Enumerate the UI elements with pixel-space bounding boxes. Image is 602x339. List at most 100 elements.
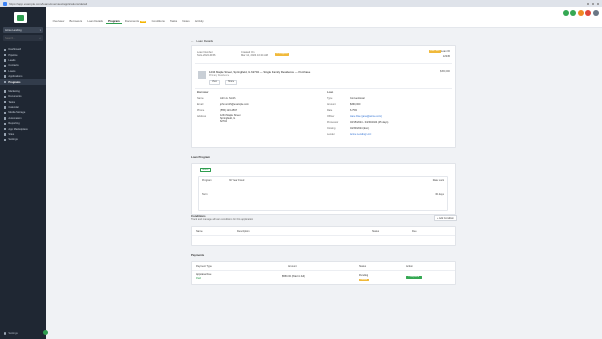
detail-value: 6.75% xyxy=(350,109,358,112)
program-label: Program xyxy=(202,179,212,182)
favicon-icon xyxy=(3,1,7,6)
chat-icon[interactable] xyxy=(570,10,577,16)
detail-value[interactable]: Jane Doe (jane@acme.com) xyxy=(350,115,382,118)
term-label: Term xyxy=(202,193,208,196)
detail-value: 1234 Maple Street Springfield, IL 62704 xyxy=(220,114,240,124)
tab-label: Tasks xyxy=(169,19,178,23)
divider xyxy=(195,63,452,64)
tab-overview[interactable]: Overview xyxy=(50,19,67,24)
payment-status-badge: Review xyxy=(359,279,369,282)
breadcrumb[interactable]: ← Loan Details xyxy=(191,39,213,43)
detail-key: Lender xyxy=(327,133,335,136)
sidebar-item-settings[interactable]: Settings xyxy=(0,137,46,142)
tab-conditions[interactable]: Conditions xyxy=(149,19,167,24)
loan-number-block: Loan Number SLG-2024-0156 xyxy=(197,51,215,58)
conditions-table: Name Description Status Due xyxy=(191,226,456,246)
store-icon xyxy=(4,127,7,131)
tab-label: Documents xyxy=(124,19,139,23)
payment-action-button[interactable]: Completed xyxy=(406,276,422,279)
property-price: $450,000 xyxy=(440,70,450,73)
org-selector[interactable]: Acme Lending ▾ xyxy=(3,27,43,33)
loan-id-label: Loan ID xyxy=(440,50,450,53)
sidebar-footer[interactable]: Settings xyxy=(4,332,18,335)
sidebar-item-label: Applications xyxy=(8,75,23,79)
sidebar-item-label: Automation xyxy=(8,116,22,120)
divider xyxy=(192,235,455,236)
tab-loan-details[interactable]: Loan Details xyxy=(85,19,106,24)
tab-program[interactable]: Program xyxy=(105,19,123,24)
tab-label: Notes xyxy=(182,19,190,23)
check-icon xyxy=(4,101,7,104)
term-value: 30 days xyxy=(435,193,444,196)
detail-value: john.smith@example.com xyxy=(220,103,249,106)
grid-icon xyxy=(4,48,7,51)
search-input[interactable] xyxy=(5,36,35,40)
sidebar-search[interactable]: ⌕ xyxy=(3,35,43,41)
sidebar: Acme Lending ▾ ⌕ DashboardPipelineLeads C… xyxy=(0,7,48,339)
payment-status: Pending xyxy=(359,274,369,277)
divider xyxy=(192,270,455,271)
back-arrow-icon[interactable]: ← xyxy=(191,39,194,43)
column-header: Description xyxy=(237,230,250,233)
bolt-icon xyxy=(4,117,7,120)
column-header: Status xyxy=(359,265,367,268)
tab-tasks[interactable]: Tasks xyxy=(167,19,179,24)
tab-documents[interactable]: Documents New xyxy=(122,19,149,24)
column-header: Action xyxy=(406,265,413,268)
file-icon xyxy=(4,75,7,78)
top-actions xyxy=(562,10,599,16)
settings-icon xyxy=(4,332,7,335)
sidebar-item-label: Settings xyxy=(8,138,18,142)
edit-loan-button[interactable]: Edit Loan xyxy=(428,50,441,53)
detail-value-line: 62704 xyxy=(220,120,227,124)
conditions-subtitle: Track and manage all loan conditions for… xyxy=(191,218,254,221)
tab-label: Activity xyxy=(194,19,204,23)
chevron-down-icon: ▾ xyxy=(39,28,41,32)
org-name: Acme Lending xyxy=(5,28,22,32)
program-value: 30 Year Fixed xyxy=(229,179,245,182)
tab-label: Overview xyxy=(52,19,65,23)
search-icon: ⌕ xyxy=(39,36,41,40)
calendar-icon xyxy=(4,106,7,109)
chart-icon xyxy=(4,122,7,125)
detail-value: Conventional xyxy=(350,97,365,100)
tab-borrowers[interactable]: Borrowers xyxy=(67,19,85,24)
browser-menu-icon[interactable] xyxy=(587,2,599,5)
sidebar-footer-label: Settings xyxy=(8,332,18,335)
globe-icon xyxy=(4,133,7,136)
user-avatar-icon[interactable] xyxy=(593,10,599,16)
divider xyxy=(195,88,452,89)
tab-notes[interactable]: Notes xyxy=(180,19,193,24)
tab-label: Loan Details xyxy=(87,19,103,23)
tab-activity[interactable]: Activity xyxy=(192,19,206,24)
sidebar-item-label: Contacts xyxy=(8,64,19,68)
phone-icon[interactable] xyxy=(562,10,569,16)
user-icon xyxy=(4,59,7,62)
sidebar-item-label: Loans xyxy=(8,69,16,73)
detail-row: Lender Acme Lending LLC xyxy=(327,132,452,138)
tab-bar: Overview Borrowers Loan Details Program Docu… xyxy=(50,19,206,24)
contact-icon xyxy=(4,64,7,68)
add-condition-button[interactable]: + Add Condition xyxy=(434,215,457,222)
money-icon xyxy=(4,70,7,73)
sidebar-item-label: Dashboard xyxy=(8,48,22,52)
gear-icon xyxy=(4,138,7,142)
share-button[interactable]: Share xyxy=(225,80,238,85)
program-panel: Program 30 Year Fixed Rate Lock Term 30 … xyxy=(198,176,448,211)
url-bar[interactable]: https://app.example.com/loans/overview/a… xyxy=(9,2,179,6)
payment-amount: $550.00 (Paid in full) xyxy=(282,275,305,278)
notification-icon[interactable] xyxy=(577,10,584,16)
detail-key: Address xyxy=(197,115,207,118)
tab-badge: New xyxy=(139,21,147,23)
created-value: Mar 12, 2024 10:24 AM xyxy=(241,54,268,58)
alert-icon[interactable] xyxy=(585,10,592,16)
sidebar-nav: Dashboard Pipeline Leads Contacts Loans Appli… xyxy=(0,47,46,143)
detail-value[interactable]: Acme Lending LLC xyxy=(350,133,371,136)
funnel-icon xyxy=(4,53,7,57)
program-card-title: Loan Program xyxy=(191,155,210,159)
main-content: ← Loan Details Loan Number SLG-2024-0156… xyxy=(46,28,602,339)
folder-icon xyxy=(4,80,7,84)
view-button[interactable]: View xyxy=(209,80,220,85)
column-header: Amount xyxy=(288,265,297,268)
sidebar-item-label: Tasks xyxy=(8,100,16,104)
